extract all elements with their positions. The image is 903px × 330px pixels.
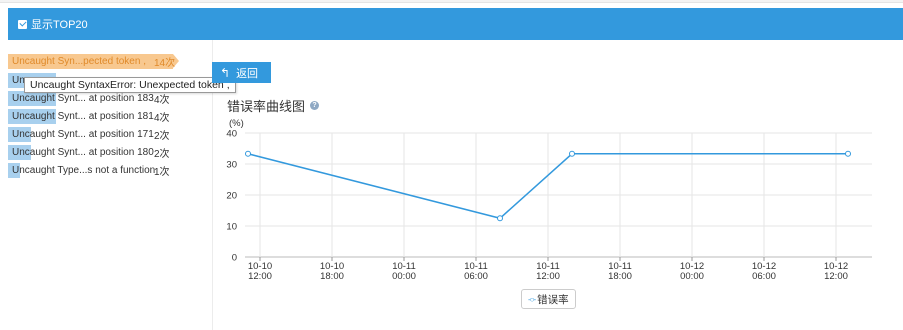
error-count: 4次	[154, 95, 170, 106]
x-tick-date: 10-10	[248, 261, 272, 272]
error-label: Uncaught Synt... at position 171	[12, 129, 154, 140]
data-point	[845, 150, 851, 157]
back-button[interactable]: ↰ 返回	[212, 62, 271, 83]
error-label: Uncaught Syn...pected token ,	[12, 56, 146, 67]
x-tick-time: 06:00	[464, 271, 488, 282]
page-root: 显示TOP20 Uncaught Syn...pected token , 14次…	[0, 0, 903, 330]
back-arrow-icon: ↰	[220, 65, 231, 80]
error-label: Uncaught Synt... at position 180	[12, 147, 154, 158]
chart-title-text: 错误率曲线图	[227, 99, 306, 114]
x-tick-date: 10-11	[392, 261, 416, 272]
x-tick-time: 18:00	[320, 271, 344, 282]
error-count: 14次	[154, 58, 176, 69]
x-tick-time: 00:00	[680, 271, 704, 282]
error-tooltip: Uncaught SyntaxError: Unexpected token ,	[24, 77, 236, 93]
error-list-item[interactable]: Uncaught Synt... at position 180 2次	[8, 145, 170, 160]
error-list-item[interactable]: Uncaught Synt... at position 181 4次	[8, 109, 170, 124]
x-tick-time: 18:00	[608, 271, 632, 282]
chart-title: 错误率曲线图 ?	[227, 96, 320, 115]
back-button-label: 返回	[236, 67, 259, 80]
x-tick-time: 12:00	[536, 271, 560, 282]
x-tick-time: 06:00	[752, 271, 776, 282]
error-count: 4次	[154, 113, 170, 124]
x-tick-date: 10-12	[752, 261, 776, 272]
y-tick-label: 30	[226, 160, 237, 171]
x-tick-date: 10-12	[680, 261, 704, 272]
error-list-item[interactable]: Uncaught Syn...pected token , 14次	[8, 54, 179, 69]
x-tick-time: 12:00	[824, 271, 848, 282]
error-count: 2次	[154, 131, 170, 142]
error-label: Uncaught Synt... at position 183	[12, 93, 154, 104]
error-list-item[interactable]: Uncaught Type...s not a function 1次	[8, 163, 170, 178]
x-tick-date: 10-11	[464, 261, 488, 272]
x-tick-date: 10-11	[608, 261, 632, 272]
chart-legend[interactable]: -○- 错误率	[521, 289, 576, 309]
error-tooltip-text: Uncaught SyntaxError: Unexpected token ,	[30, 79, 230, 91]
y-tick-label: 10	[226, 222, 237, 233]
top20-checkbox[interactable]	[18, 19, 27, 29]
error-list-item[interactable]: Uncaught Synt... at position 183 4次	[8, 91, 170, 106]
top20-header: 显示TOP20	[8, 8, 903, 40]
x-tick-date: 10-11	[536, 261, 560, 272]
question-icon[interactable]: ?	[310, 101, 320, 110]
top-border	[0, 0, 903, 3]
x-tick-time: 00:00	[392, 271, 416, 282]
error-label: Uncaught Type...s not a function	[12, 165, 156, 176]
x-tick-date: 10-12	[824, 261, 848, 272]
series-line	[247, 153, 848, 220]
y-axis-unit: (%)	[229, 118, 244, 129]
error-list-item[interactable]: Uncaught Synt... at position 171 2次	[8, 127, 170, 142]
top20-checkbox-label[interactable]: 显示TOP20	[31, 16, 88, 32]
legend-label: 错误率	[537, 293, 569, 306]
data-point	[569, 150, 575, 157]
error-label: Uncaught Synt... at position 181	[12, 111, 154, 122]
data-point	[497, 215, 503, 222]
data-point	[245, 150, 251, 157]
x-tick-date: 10-10	[320, 261, 344, 272]
error-count: 2次	[154, 149, 170, 160]
x-tick-time: 12:00	[248, 271, 272, 282]
y-tick-label: 20	[226, 191, 237, 202]
legend-line-icon: -○-	[528, 294, 536, 304]
error-count: 1次	[154, 167, 170, 178]
y-tick-label: 0	[232, 253, 237, 264]
y-tick-label: 40	[226, 129, 237, 140]
